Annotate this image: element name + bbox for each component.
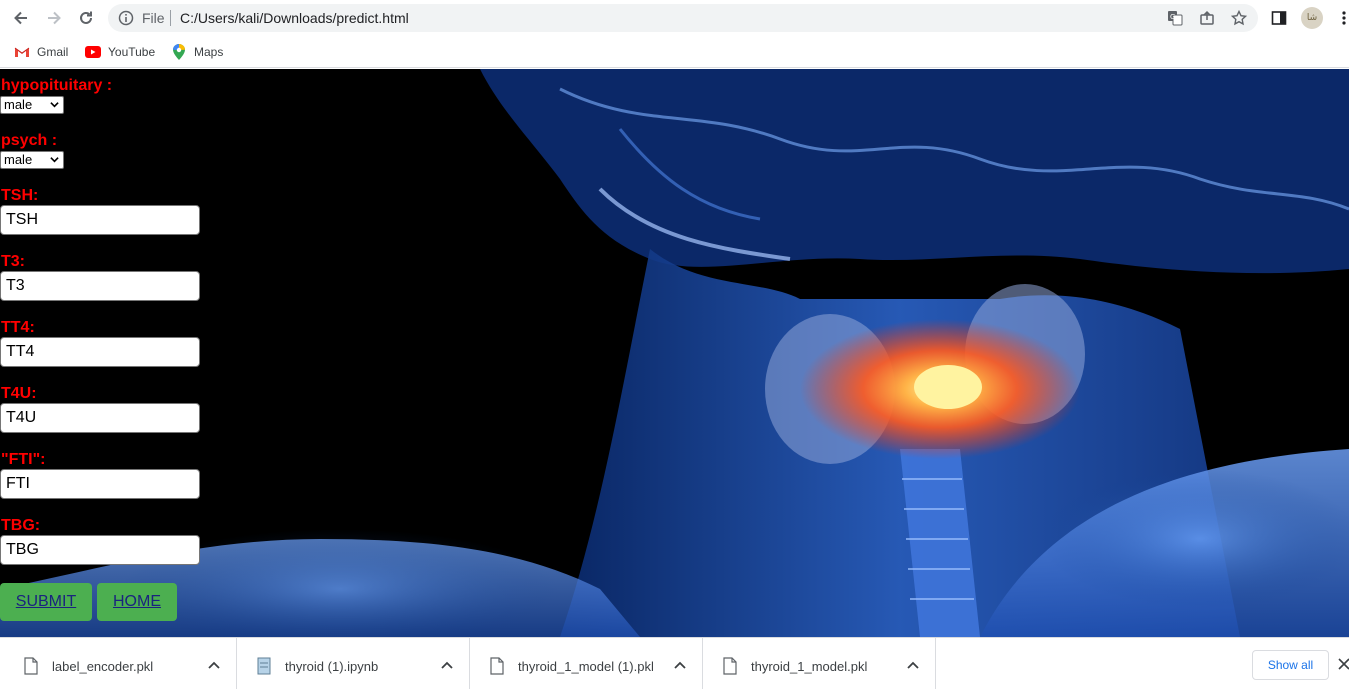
hypopituitary-label: hypopituitary : [1, 77, 113, 94]
fti-placeholder: FTI [6, 475, 30, 492]
url-text[interactable]: C:/Users/kali/Downloads/predict.html [180, 10, 409, 26]
bookmarks-bar: Gmail YouTube Maps [0, 36, 1349, 68]
psych-selected: male [4, 152, 33, 167]
fti-input[interactable]: FTI [0, 469, 200, 499]
download-filename: label_encoder.pkl [52, 659, 154, 674]
bookmark-maps[interactable]: Maps [171, 42, 223, 62]
t4u-label: T4U: [1, 385, 37, 402]
youtube-icon [85, 44, 101, 60]
file-icon [723, 657, 737, 675]
bookmark-star-icon[interactable] [1230, 9, 1248, 27]
tt4-input[interactable]: TT4 [0, 337, 200, 367]
forward-button[interactable] [42, 6, 66, 30]
tbg-input[interactable]: TBG [0, 535, 200, 565]
address-bar[interactable]: File C:/Users/kali/Downloads/predict.htm… [108, 4, 1258, 32]
avatar: ﺷﺎ [1301, 7, 1323, 29]
share-icon[interactable] [1198, 9, 1216, 27]
tt4-placeholder: TT4 [6, 343, 35, 360]
tsh-input[interactable]: TSH [0, 205, 200, 235]
home-button[interactable]: HOME [97, 583, 177, 621]
bookmark-gmail[interactable]: Gmail [14, 42, 68, 62]
chevron-up-icon[interactable] [208, 660, 220, 670]
gmail-icon [14, 44, 30, 60]
hypopituitary-select[interactable]: male [0, 96, 64, 114]
tsh-label: TSH: [1, 187, 39, 204]
download-shelf: label_encoder.pkl thyroid (1).ipynb thyr… [0, 637, 1349, 689]
t4u-placeholder: T4U [6, 409, 37, 426]
info-icon[interactable] [118, 10, 134, 26]
psych-select[interactable]: male [0, 151, 64, 169]
fti-label: "FTI": [1, 451, 46, 468]
maps-icon [171, 44, 187, 60]
file-icon [24, 657, 38, 675]
bookmark-label: Maps [194, 45, 224, 59]
file-icon [490, 657, 504, 675]
browser-toolbar: File C:/Users/kali/Downloads/predict.htm… [0, 0, 1349, 36]
more-vert-icon [1342, 11, 1346, 25]
tsh-placeholder: TSH [6, 211, 38, 228]
profile-button[interactable]: ﺷﺎ [1300, 6, 1324, 30]
t3-label: T3: [1, 253, 25, 270]
tbg-placeholder: TBG [6, 541, 39, 558]
side-panel-button[interactable] [1267, 6, 1291, 30]
download-filename: thyroid_1_model (1).pkl [518, 659, 654, 674]
t3-placeholder: T3 [6, 277, 25, 294]
tbg-label: TBG: [1, 517, 41, 534]
reload-button[interactable] [74, 6, 98, 30]
scheme-label: File [142, 10, 165, 26]
bookmark-label: Gmail [37, 45, 69, 59]
chevron-down-icon [50, 102, 59, 108]
translate-icon[interactable]: G [1166, 9, 1184, 27]
t4u-input[interactable]: T4U [0, 403, 200, 433]
back-button[interactable] [9, 6, 33, 30]
chevron-up-icon[interactable] [441, 660, 453, 670]
tt4-label: TT4: [1, 319, 35, 336]
hypopituitary-selected: male [4, 97, 33, 112]
notebook-file-icon [257, 657, 271, 675]
psych-label: psych : [1, 132, 58, 149]
chevron-up-icon[interactable] [674, 660, 686, 670]
close-icon[interactable] [1338, 658, 1349, 670]
arrow-left-icon [14, 11, 27, 25]
omnibox-divider [170, 10, 171, 26]
download-item[interactable]: label_encoder.pkl [4, 638, 237, 689]
download-filename: thyroid_1_model.pkl [751, 659, 868, 674]
download-item[interactable]: thyroid_1_model.pkl [703, 638, 936, 689]
svg-text:G: G [1170, 13, 1175, 21]
thyroid-xray-background [0, 69, 1349, 637]
arrow-right-icon [48, 11, 61, 25]
download-filename: thyroid (1).ipynb [285, 659, 379, 674]
chevron-up-icon[interactable] [907, 660, 919, 670]
bookmark-youtube[interactable]: YouTube [85, 42, 155, 62]
show-all-button[interactable]: Show all [1252, 650, 1329, 680]
page-content: hypopituitary : male psych : male TSH: T… [0, 69, 1349, 637]
download-item[interactable]: thyroid (1).ipynb [237, 638, 470, 689]
side-panel-icon [1271, 11, 1287, 25]
bookmark-label: YouTube [108, 45, 156, 59]
chevron-down-icon [50, 157, 59, 163]
menu-button[interactable] [1332, 6, 1349, 30]
reload-icon [80, 11, 92, 24]
t3-input[interactable]: T3 [0, 271, 200, 301]
download-item[interactable]: thyroid_1_model (1).pkl [470, 638, 703, 689]
submit-button[interactable]: SUBMIT [0, 583, 92, 621]
